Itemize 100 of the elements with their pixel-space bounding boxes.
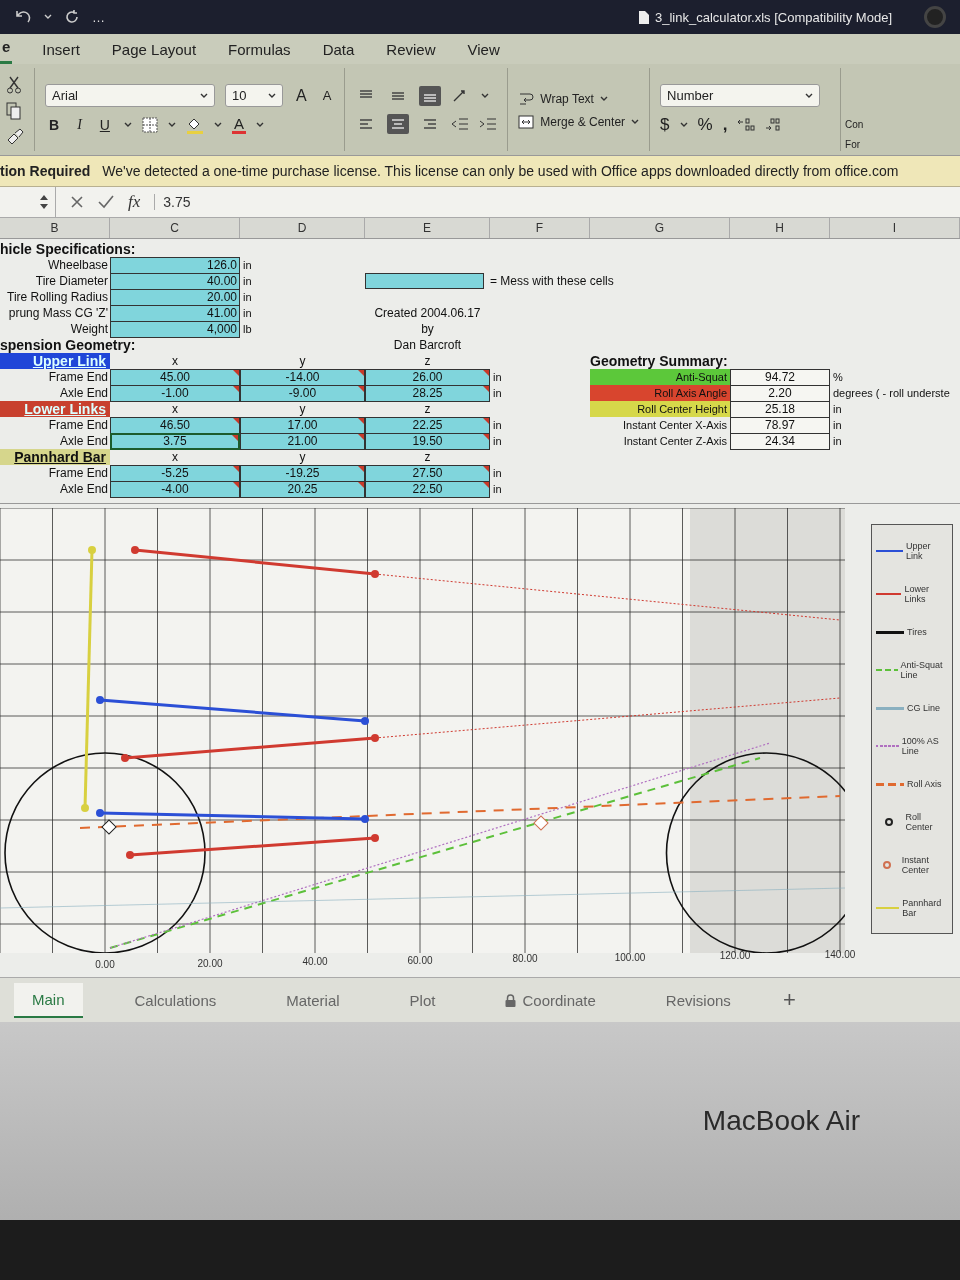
axis-header: z [423, 353, 432, 369]
input-cell[interactable]: -1.00 [110, 385, 240, 402]
column-header[interactable]: E [365, 218, 490, 238]
message-title: tion Required [0, 163, 91, 179]
ribbon-tab[interactable]: Formulas [226, 37, 293, 64]
input-cell[interactable]: 21.00 [240, 433, 365, 450]
column-header[interactable]: D [240, 218, 365, 238]
percent-button[interactable]: % [697, 115, 713, 135]
font-color-button[interactable]: A [231, 116, 246, 134]
summary-label: Instant Center X-Axis [622, 418, 728, 433]
column-header[interactable]: I [830, 218, 960, 238]
sheet-tab[interactable]: Coordinate [487, 983, 614, 1017]
merge-cells-icon [518, 114, 535, 129]
input-cell[interactable]: 28.25 [365, 385, 490, 402]
increase-decimal-icon[interactable] [737, 118, 756, 132]
credit-text: Dan Barcroft [392, 337, 463, 353]
add-sheet-button[interactable]: + [782, 987, 796, 1013]
unit-label: in [832, 402, 843, 417]
stepper-icon[interactable] [39, 193, 49, 211]
legend-label: 100% AS Line [901, 735, 940, 756]
field-label: Frame End [47, 465, 109, 481]
grow-font-button[interactable]: A [293, 86, 310, 105]
input-cell[interactable]: 19.50 [365, 433, 490, 450]
more-button[interactable]: … [92, 9, 105, 25]
column-header[interactable]: H [730, 218, 830, 238]
column-header[interactable]: G [590, 218, 730, 238]
format-button[interactable]: B [45, 115, 64, 135]
comma-button[interactable]: , [722, 115, 728, 135]
ribbon-tab[interactable]: Insert [40, 37, 82, 64]
result-cell: 24.34 [730, 433, 830, 450]
input-cell[interactable]: -9.00 [240, 385, 365, 402]
sheet-tab[interactable]: Material [268, 983, 358, 1017]
ribbon-tab[interactable]: Data [320, 37, 357, 64]
axis-header: x [171, 449, 179, 465]
increase-indent-icon[interactable] [479, 116, 498, 131]
axis-header: x [171, 401, 179, 417]
field-label: Frame End [47, 369, 109, 385]
input-cell[interactable]: 22.50 [365, 481, 490, 498]
credit-text: by [420, 321, 435, 337]
legend-label: Pannhard Bar [902, 897, 943, 918]
cut-icon[interactable] [6, 75, 22, 94]
credit-text: Created 2004.06.17 [373, 305, 482, 321]
fill-color-icon[interactable] [185, 116, 204, 134]
shrink-font-button[interactable]: A [319, 88, 335, 103]
font-size-dropdown[interactable]: 10 [225, 84, 283, 107]
column-header[interactable]: F [490, 218, 590, 238]
decrease-indent-icon[interactable] [451, 116, 470, 131]
ribbon-tab[interactable]: Page Layout [109, 37, 199, 64]
section-link[interactable]: Lower Links [0, 401, 110, 417]
unit-label: in [242, 306, 253, 321]
brush-icon[interactable] [6, 127, 24, 144]
format-button[interactable]: U [95, 115, 114, 135]
message-text: We've detected a one-time purchase license. This license can only be used with Office apps downloaded directly from office.com [102, 163, 899, 179]
lock-icon [505, 993, 517, 1007]
ribbon-tab[interactable]: View [465, 37, 502, 64]
column-header[interactable]: B [0, 218, 110, 238]
sheet-tab[interactable]: Main [14, 982, 83, 1018]
undo-icon[interactable] [14, 10, 32, 24]
ribbon-label[interactable]: For [845, 139, 864, 151]
format-button[interactable]: I [73, 115, 86, 135]
legend-label: Instant Center [901, 854, 930, 875]
cancel-icon[interactable] [70, 195, 84, 209]
caret-icon [123, 122, 132, 128]
wrap-text-icon [518, 90, 535, 107]
unit-label: in [832, 434, 843, 449]
input-cell[interactable]: 20.25 [240, 481, 365, 498]
caret-icon [481, 92, 490, 99]
align-center-button[interactable] [387, 113, 410, 134]
column-header[interactable]: C [110, 218, 240, 238]
caret-icon [268, 92, 276, 99]
axis-label: 80.00 [512, 953, 538, 964]
section-link[interactable]: Pannhard Bar [0, 449, 110, 465]
axis-header: x [171, 353, 179, 369]
redo-icon[interactable] [64, 9, 80, 25]
input-cell[interactable]: -4.00 [110, 481, 240, 498]
align-bottom-button[interactable] [419, 85, 442, 106]
ribbon-tab[interactable]: Review [384, 37, 438, 64]
insert-function-button[interactable]: fx [128, 192, 141, 212]
section-heading: spension Geometry: [0, 337, 137, 353]
copy-icon[interactable] [6, 101, 22, 120]
input-cell[interactable]: 3.75 [110, 433, 240, 450]
formula-value: 3.75 [154, 194, 191, 210]
axis-label: 100.00 [614, 951, 646, 963]
axis-header: z [423, 449, 432, 465]
device-label: MacBook Air [702, 1105, 860, 1137]
axis-header: z [423, 401, 432, 417]
wrap-text-button[interactable]: Wrap Text [518, 90, 640, 107]
ribbon-label[interactable]: Con [845, 119, 864, 131]
sheet-tab[interactable]: Revisions [647, 983, 749, 1017]
number-format-dropdown[interactable]: Number [660, 84, 821, 107]
input-cell[interactable]: 4,000 [110, 321, 240, 338]
confirm-icon[interactable] [98, 195, 114, 209]
merge-center-button[interactable]: Merge & Center [518, 114, 640, 129]
font-name-dropdown[interactable]: Arial [45, 84, 215, 107]
currency-button[interactable]: $ [660, 115, 670, 135]
sheet-tab[interactable]: Plot [391, 983, 454, 1017]
section-link[interactable]: Upper Link [0, 353, 110, 369]
sheet-tab[interactable]: Calculations [116, 983, 235, 1017]
borders-icon[interactable] [141, 117, 158, 133]
legend-label: CG Line [907, 702, 941, 713]
